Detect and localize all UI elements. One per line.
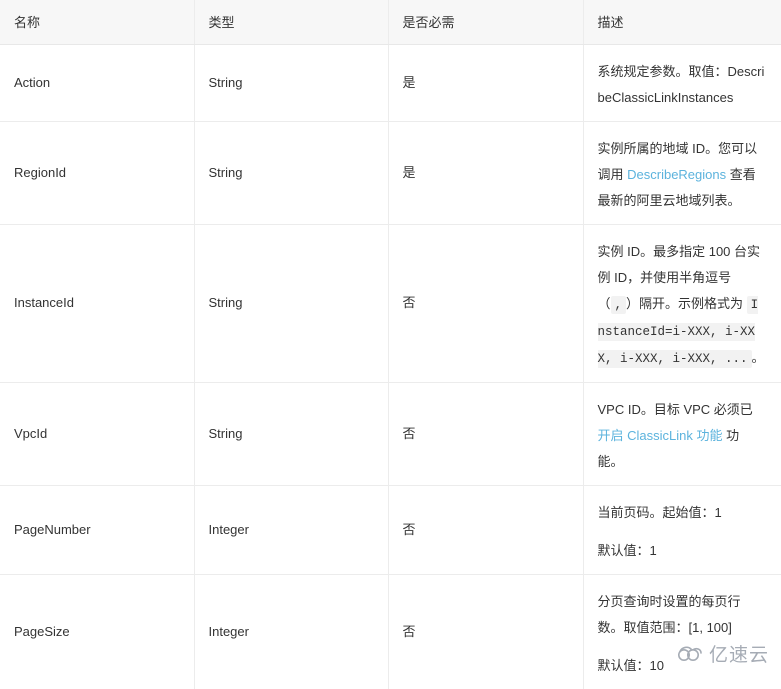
table-row: InstanceId String 否实例 ID。最多指定 100 台实例 ID，并… — [0, 224, 781, 383]
table-header: 名称 类型 是否必需 描述 — [0, 0, 781, 45]
description-link[interactable]: DescribeRegions — [627, 167, 726, 182]
cell-parameter-required: 是 — [388, 44, 584, 122]
column-header-name: 名称 — [0, 0, 195, 45]
description-text: 。 — [751, 349, 765, 365]
cell-parameter-name: InstanceId — [0, 224, 195, 383]
cell-parameter-name: PageNumber — [0, 485, 195, 575]
table-body: Action String 是系统规定参数。取值：DescribeClassicLi… — [0, 44, 781, 689]
cell-parameter-type: Integer — [194, 485, 389, 575]
description-paragraph: 实例所属的地域 ID。您可以调用 DescribeRegions 查看最新的阿里… — [598, 136, 766, 214]
cell-parameter-type: String — [194, 382, 389, 486]
cell-parameter-description: 实例 ID。最多指定 100 台实例 ID，并使用半角逗号（, ）隔开。示例格式为… — [583, 224, 781, 383]
description-link[interactable]: 开启 ClassicLink 功能 — [598, 428, 723, 443]
cell-parameter-name: Action — [0, 44, 195, 122]
table-row: PageSize Integer 否分页查询时设置的每页行数。取值范围：[1, 10… — [0, 574, 781, 689]
cell-parameter-type: Integer — [194, 574, 389, 689]
cell-parameter-type: String — [194, 121, 389, 225]
table-row: RegionId String 是实例所属的地域 ID。您可以调用 Describe… — [0, 121, 781, 225]
cell-parameter-description: 实例所属的地域 ID。您可以调用 DescribeRegions 查看最新的阿里… — [583, 121, 781, 225]
cell-parameter-description: 当前页码。起始值：1 默认值：1 — [583, 485, 781, 575]
cell-parameter-description: VPC ID。目标 VPC 必须已开启 ClassicLink 功能 功能。 — [583, 382, 781, 486]
cell-parameter-required: 否 — [388, 224, 584, 383]
cell-parameter-required: 是 — [388, 121, 584, 225]
cell-parameter-name: VpcId — [0, 382, 195, 486]
cell-parameter-description: 分页查询时设置的每页行数。取值范围：[1, 100] 默认值：10 — [583, 574, 781, 689]
cell-parameter-required: 否 — [388, 485, 584, 575]
watermark: 亿速云 — [677, 640, 769, 667]
description-paragraph: 分页查询时设置的每页行数。取值范围：[1, 100] — [597, 593, 741, 635]
description-paragraph: VPC ID。目标 VPC 必须已开启 ClassicLink 功能 功能。 — [598, 397, 766, 475]
description-paragraph: 实例 ID。最多指定 100 台实例 ID，并使用半角逗号（, ）隔开。示例格式为… — [597, 239, 766, 372]
description-text: ）隔开。示例格式为 — [626, 295, 747, 311]
table-row: Action String 是系统规定参数。取值：DescribeClassicLi… — [0, 44, 781, 122]
cell-parameter-type: String — [194, 44, 389, 122]
cell-parameter-required: 否 — [388, 574, 584, 689]
table-row: PageNumber Integer 否当前页码。起始值：1 默认值：1 — [0, 485, 781, 575]
cell-parameter-type: String — [194, 224, 389, 383]
table-row: VpcId String 否 VPC ID。目标 VPC 必须已开启 ClassicL… — [0, 382, 781, 486]
description-paragraph: 当前页码。起始值：1 — [597, 504, 722, 520]
description-paragraph: 系统规定参数。取值：DescribeClassicLinkInstances — [598, 59, 766, 111]
cell-parameter-required: 否 — [388, 382, 584, 486]
description-text: 系统规定参数。取值：DescribeClassicLinkInstances — [597, 63, 765, 105]
description-text: VPC ID。目标 VPC 必须已 — [597, 401, 753, 417]
api-parameters-table: 名称 类型 是否必需 描述 Action String 是系统规定参数。取值：Des… — [0, 0, 781, 689]
table-header-row: 名称 类型 是否必需 描述 — [0, 0, 781, 45]
watermark-text: 亿速云 — [708, 645, 769, 666]
cloud-icon — [677, 645, 703, 663]
column-header-required: 是否必需 — [388, 0, 584, 45]
cell-parameter-name: PageSize — [0, 574, 195, 689]
inline-code: , — [610, 295, 627, 314]
cell-parameter-description: 系统规定参数。取值：DescribeClassicLinkInstances — [583, 44, 781, 122]
description-paragraph: 默认值：1 — [597, 542, 657, 558]
cell-parameter-name: RegionId — [0, 121, 195, 225]
column-header-description: 描述 — [583, 0, 781, 45]
column-header-type: 类型 — [194, 0, 389, 45]
